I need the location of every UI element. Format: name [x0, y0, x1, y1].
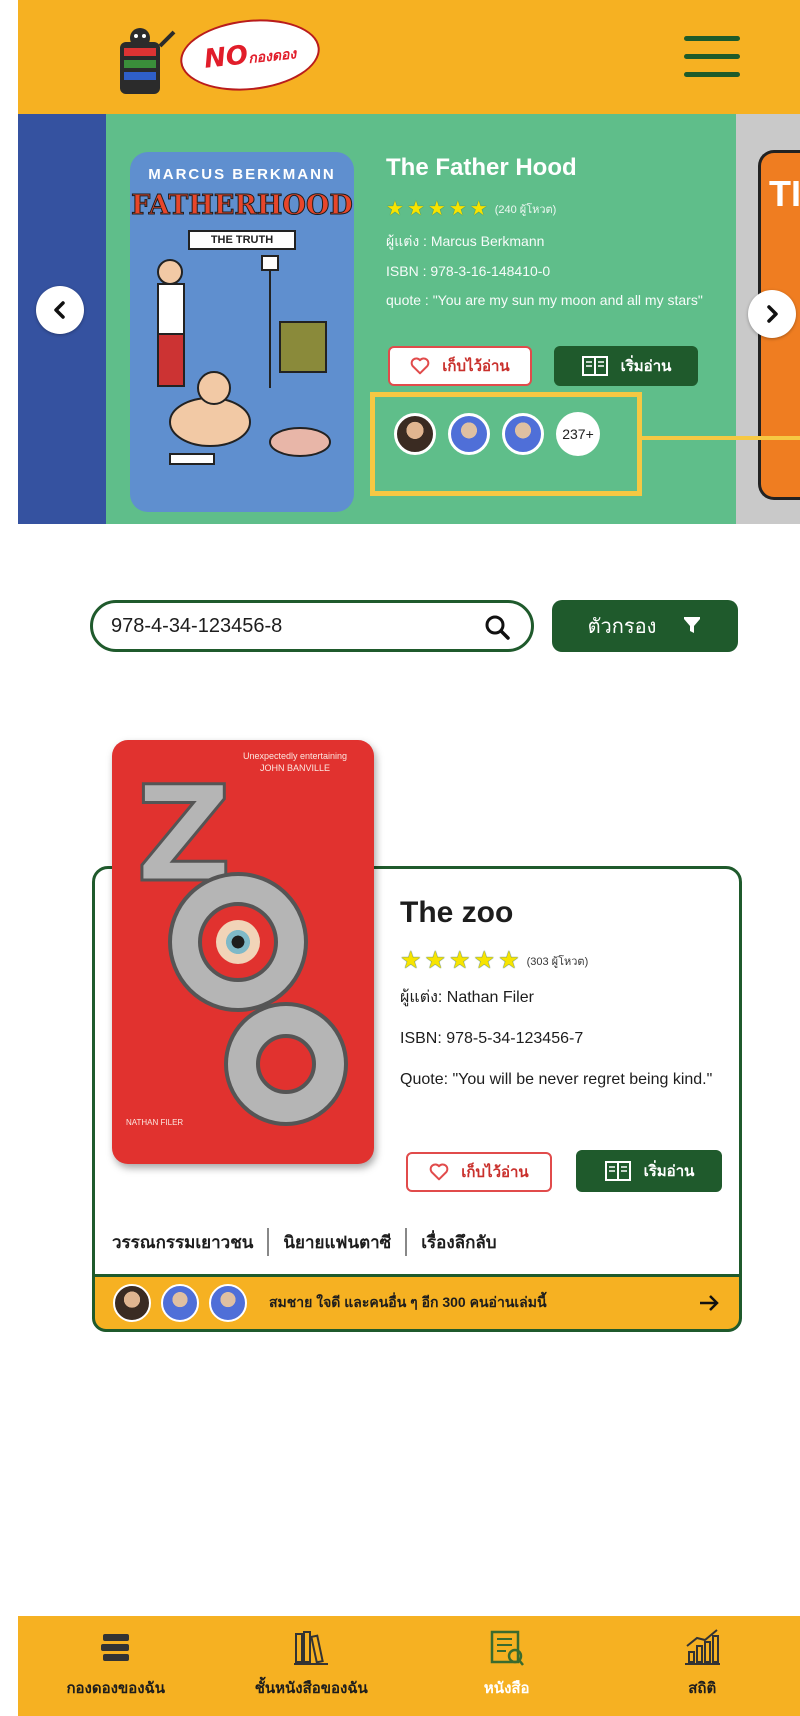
book-title: The zoo	[400, 896, 514, 929]
avatar	[161, 1284, 199, 1322]
book-author: ผู้แต่ง: Nathan Filer	[400, 989, 534, 1006]
bottom-navigation: กองดองของฉัน ชั้นหนังสือของฉัน หนังสือ ส…	[18, 1616, 800, 1716]
nav-label: หนังสือ	[483, 1680, 530, 1697]
save-label: เก็บไว้อ่าน	[442, 358, 510, 375]
app-logo[interactable]: NOกองดอง	[88, 12, 328, 104]
star-icon: ★	[469, 198, 488, 220]
logo-text: NOกองดอง	[202, 40, 297, 75]
app-header: NOกองดอง	[18, 0, 800, 114]
book-info: The zoo ★ ★ ★ ★ ★ (303 ผู้โหวต) ผู้แต่ง:…	[400, 896, 730, 1092]
featured-quote: quote : "You are my sun my moon and all …	[386, 292, 703, 308]
featured-rating: ★ ★ ★ ★ ★ (240 ผู้โหวต)	[386, 196, 706, 221]
book-review-count: (303 ผู้โหวต)	[526, 955, 589, 968]
heart-icon	[429, 1163, 449, 1181]
genre-tag[interactable]: นิยายแฟนตาซี	[283, 1229, 391, 1256]
nav-my-bookshelf[interactable]: ชั้นหนังสือของฉัน	[214, 1616, 410, 1716]
mascot-logo-icon	[120, 28, 176, 94]
star-icon: ★	[406, 198, 425, 220]
avatar	[209, 1284, 247, 1322]
open-book-icon	[604, 1161, 631, 1181]
readers-count-badge: 237+	[556, 412, 600, 456]
read-label: เริ่มอ่าน	[643, 1163, 695, 1180]
avatar	[448, 413, 490, 455]
featured-book-title: The Father Hood	[386, 154, 577, 181]
book-rating: ★ ★ ★ ★ ★ (303 ผู้โหวต)	[400, 946, 730, 975]
hamburger-line	[684, 54, 740, 59]
hamburger-line	[684, 36, 740, 41]
open-book-search-icon	[490, 1630, 524, 1666]
read-label: เริ่มอ่าน	[620, 358, 672, 375]
highlight-connector-line	[642, 436, 800, 440]
book-read-button[interactable]: เริ่มอ่าน	[576, 1150, 722, 1192]
menu-button[interactable]	[684, 36, 740, 78]
avatar	[394, 413, 436, 455]
book-save-button[interactable]: เก็บไว้อ่าน	[406, 1152, 552, 1192]
featured-save-button[interactable]: เก็บไว้อ่าน	[388, 346, 532, 386]
cover-ring-top	[168, 872, 308, 1012]
readers-text: สมชาย ใจดี และคนอื่น ๆ อีก 300 คนอ่านเล่…	[269, 1294, 547, 1310]
star-icon: ★	[473, 947, 496, 974]
book-cover[interactable]: Unexpectedly entertaining JOHN BANVILLE …	[112, 740, 374, 1164]
star-icon: ★	[498, 947, 520, 974]
cover-tagline: Unexpectedly entertaining JOHN BANVILLE	[242, 751, 348, 773]
cover-author: NATHAN FILER	[126, 1118, 184, 1127]
genre-list: วรรณกรรมเยาวชน นิยายแฟนตาซี เรื่องลึกลับ	[112, 1228, 497, 1256]
cover-illustration	[157, 255, 331, 465]
book-isbn: ISBN: 978-5-34-123456-7	[400, 1030, 584, 1047]
heart-icon	[410, 357, 430, 375]
stats-chart-icon	[685, 1629, 721, 1665]
search-input[interactable]	[111, 614, 471, 638]
star-icon: ★	[449, 947, 471, 974]
funnel-icon	[684, 617, 701, 633]
app-root: NOกองดอง TI MARCUS BERKMANN FATHERHOOD T…	[0, 0, 800, 1716]
nav-label: สถิติ	[688, 1680, 717, 1697]
filter-label: ตัวกรอง	[587, 616, 657, 638]
star-icon: ★	[400, 947, 422, 974]
readers-bar[interactable]: สมชาย ใจดี และคนอื่น ๆ อีก 300 คนอ่านเล่…	[92, 1274, 742, 1332]
search-icon[interactable]	[483, 613, 511, 641]
cover-eye	[216, 920, 260, 964]
featured-book-cover[interactable]: MARCUS BERKMANN FATHERHOOD THE TRUTH	[130, 152, 354, 512]
featured-review-count: (240 ผู้โหวต)	[494, 203, 557, 216]
featured-author: ผู้แต่ง : Marcus Berkmann	[386, 233, 545, 249]
carousel-prev-button[interactable]	[36, 286, 84, 334]
nav-label: กองดองของฉัน	[66, 1680, 166, 1697]
nav-books[interactable]: หนังสือ	[409, 1616, 605, 1716]
featured-carousel[interactable]: TI MARCUS BERKMANN FATHERHOOD THE TRUTH …	[18, 114, 800, 524]
featured-isbn: ISBN : 978-3-16-148410-0	[386, 263, 551, 279]
genre-tag[interactable]: เรื่องลึกลับ	[421, 1229, 496, 1256]
chevron-right-icon	[767, 305, 778, 323]
star-icon: ★	[427, 198, 446, 220]
arrow-right-icon[interactable]	[697, 1291, 721, 1315]
featured-book-info: The Father Hood ★ ★ ★ ★ ★ (240 ผู้โหวต) …	[386, 154, 706, 311]
open-book-icon	[581, 356, 608, 376]
avatar	[113, 1284, 151, 1322]
genre-divider	[405, 1228, 408, 1256]
left-margin	[0, 0, 18, 1716]
genre-tag[interactable]: วรรณกรรมเยาวชน	[112, 1229, 253, 1256]
genre-divider	[267, 1228, 270, 1256]
filter-button[interactable]: ตัวกรอง	[552, 600, 738, 652]
featured-read-button[interactable]: เริ่มอ่าน	[554, 346, 698, 386]
avatar	[502, 413, 544, 455]
book-quote: Quote: "You will be never regret being k…	[400, 1071, 713, 1088]
nav-my-pile[interactable]: กองดองของฉัน	[18, 1616, 214, 1716]
chevron-left-icon	[54, 301, 65, 319]
logo-bubble: NOกองดอง	[176, 12, 324, 98]
bookshelf-icon	[294, 1631, 329, 1665]
cover-ring-bottom	[224, 1002, 348, 1126]
nav-label: ชั้นหนังสือของฉัน	[254, 1680, 368, 1697]
search-bar	[90, 600, 534, 652]
hamburger-line	[684, 72, 740, 77]
book-stack-icon	[100, 1634, 129, 1661]
save-label: เก็บไว้อ่าน	[461, 1164, 529, 1181]
star-icon: ★	[448, 198, 467, 220]
next-cover-text: TI	[769, 173, 800, 214]
star-icon: ★	[424, 947, 447, 974]
carousel-next-button[interactable]	[748, 290, 796, 338]
featured-readers[interactable]: 237+	[394, 412, 600, 456]
star-icon: ★	[386, 198, 404, 220]
nav-stats[interactable]: สถิติ	[605, 1616, 800, 1716]
